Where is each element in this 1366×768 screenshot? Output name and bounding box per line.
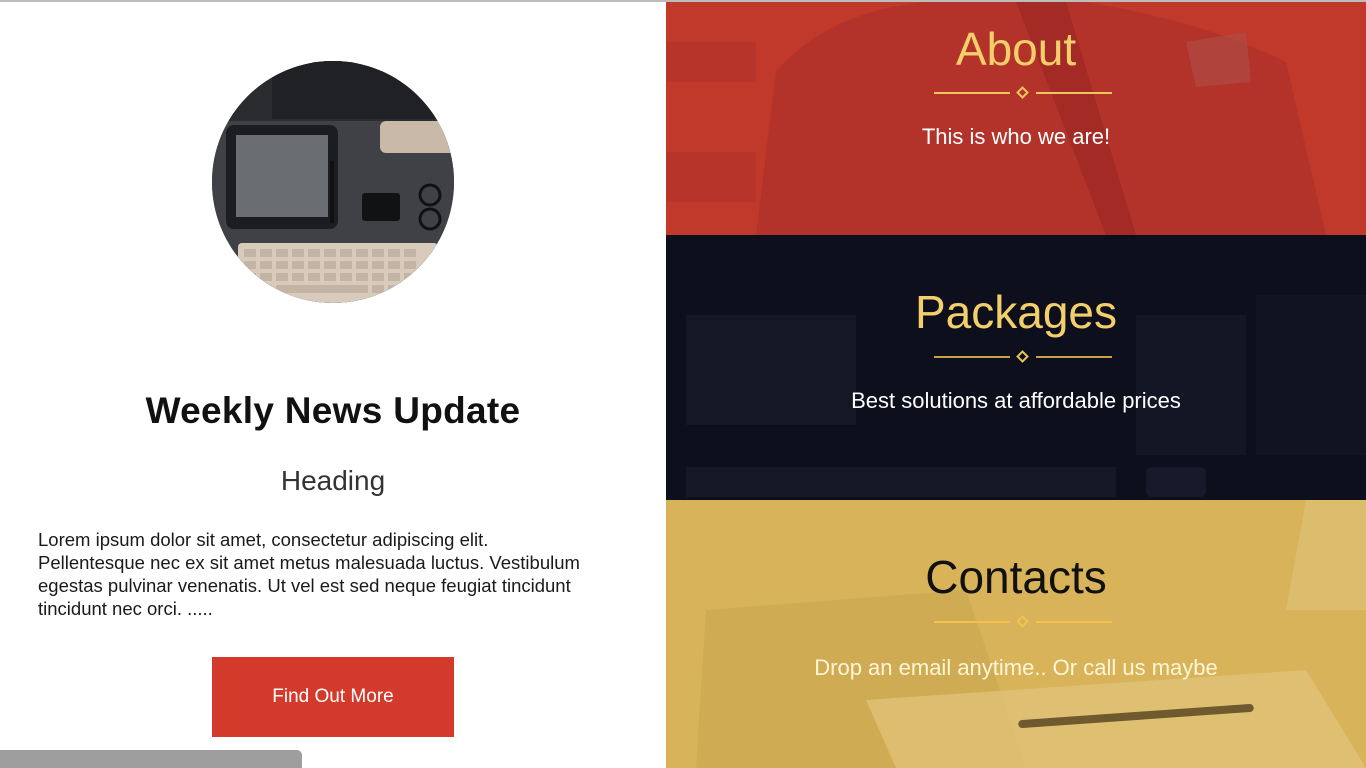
contacts-panel[interactable]: Contacts Drop an email anytime.. Or call… [666,500,1366,768]
diamond-icon [1016,86,1029,99]
horizontal-scrollbar[interactable] [0,750,302,768]
contacts-subtitle: Drop an email anytime.. Or call us maybe [814,655,1218,680]
about-panel[interactable]: About This is who we are! [666,2,1366,235]
news-photo [212,61,454,303]
find-out-more-button[interactable]: Find Out More [212,657,454,737]
news-title: Weekly News Update [145,390,521,431]
contacts-divider [934,615,1112,628]
contacts-background-image [666,500,1366,768]
desk-workspace-image [212,61,454,303]
about-subtitle: This is who we are! [921,124,1111,149]
news-heading: Heading [280,465,386,496]
packages-divider [934,350,1112,363]
packages-title: Packages [914,286,1117,338]
diamond-icon [1016,350,1029,363]
about-title: About [955,23,1077,75]
about-divider [934,86,1112,99]
packages-subtitle: Best solutions at affordable prices [851,388,1181,413]
packages-panel[interactable]: Packages Best solutions at affordable pr… [666,235,1366,500]
news-panel: Weekly News Update Heading Lorem ipsum d… [0,2,666,768]
news-body-text: Lorem ipsum dolor sit amet, consectetur … [38,529,580,619]
packages-background-image [666,235,1366,500]
contacts-title: Contacts [925,551,1107,603]
diamond-icon [1016,615,1029,628]
